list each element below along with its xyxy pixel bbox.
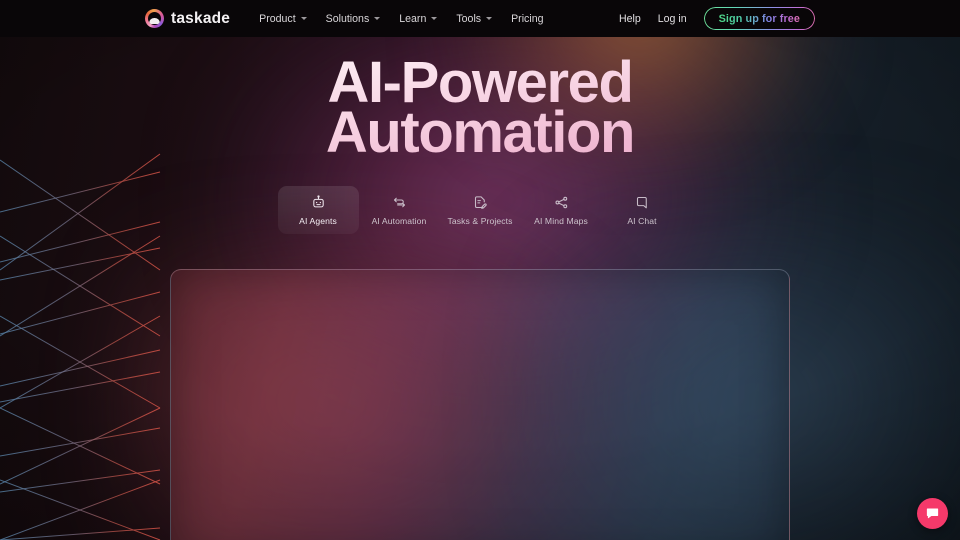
messenger-launcher-button[interactable] — [917, 498, 948, 529]
nav-item-tools[interactable]: Tools — [456, 10, 493, 28]
file-pencil-icon — [473, 195, 488, 210]
tab-ai-agents-label: AI Agents — [299, 216, 337, 226]
tab-ai-automation-label: AI Automation — [371, 216, 427, 226]
nav-item-solutions-label: Solutions — [325, 12, 370, 25]
chat-square-icon — [635, 195, 650, 210]
chevron-down-icon — [374, 17, 381, 20]
share-nodes-icon — [554, 195, 569, 210]
robot-icon — [311, 195, 326, 210]
tab-ai-chat[interactable]: AI Chat — [602, 186, 683, 234]
signup-button-label: Sign up for free — [718, 12, 800, 25]
arrows-swap-icon — [392, 195, 407, 210]
product-preview-card — [170, 269, 790, 540]
nav-item-solutions[interactable]: Solutions — [326, 10, 381, 28]
tab-ai-agents[interactable]: AI Agents — [277, 186, 359, 234]
tab-tasks-projects[interactable]: Tasks & Projects — [440, 186, 521, 234]
taskade-circle-logo-icon — [145, 9, 164, 28]
tab-tasks-projects-label: Tasks & Projects — [447, 216, 513, 226]
nav-right-actions: Help Log in Sign up for free — [619, 7, 815, 30]
brand-name: taskade — [171, 9, 231, 27]
feature-tab-list: AI Agents AI Automation Tasks & Projects — [0, 186, 960, 234]
nav-item-product-label: Product — [259, 12, 296, 25]
chat-bubble-icon — [925, 506, 940, 521]
login-link-label: Log in — [657, 12, 687, 25]
nav-item-product[interactable]: Product — [259, 10, 307, 28]
page-title: AI-Powered Automation — [0, 58, 960, 158]
tab-ai-automation[interactable]: AI Automation — [359, 186, 440, 234]
primary-nav-links: Product Solutions Learn Tools Pricing — [259, 10, 543, 28]
top-navigation-bar: taskade Product Solutions Learn Tools Pr… — [0, 0, 960, 37]
tab-ai-chat-label: AI Chat — [627, 216, 657, 226]
tab-ai-mind-maps-label: AI Mind Maps — [534, 216, 588, 226]
help-link[interactable]: Help — [619, 10, 641, 28]
tab-ai-mind-maps[interactable]: AI Mind Maps — [521, 186, 602, 234]
headline-line-2: Automation — [325, 100, 635, 165]
nav-item-learn[interactable]: Learn — [399, 10, 438, 28]
login-link[interactable]: Log in — [658, 10, 687, 28]
chevron-down-icon — [300, 17, 307, 20]
chevron-down-icon — [431, 17, 438, 20]
nav-item-pricing-label: Pricing — [511, 12, 544, 25]
nav-item-pricing[interactable]: Pricing — [511, 10, 543, 28]
nav-item-tools-label: Tools — [456, 12, 482, 25]
chevron-down-icon — [486, 17, 493, 20]
help-link-label: Help — [618, 12, 641, 25]
signup-button[interactable]: Sign up for free — [703, 7, 815, 30]
brand-logo[interactable]: taskade — [145, 9, 230, 28]
hero-section: AI-Powered Automation — [0, 37, 960, 158]
nav-item-learn-label: Learn — [399, 12, 427, 25]
